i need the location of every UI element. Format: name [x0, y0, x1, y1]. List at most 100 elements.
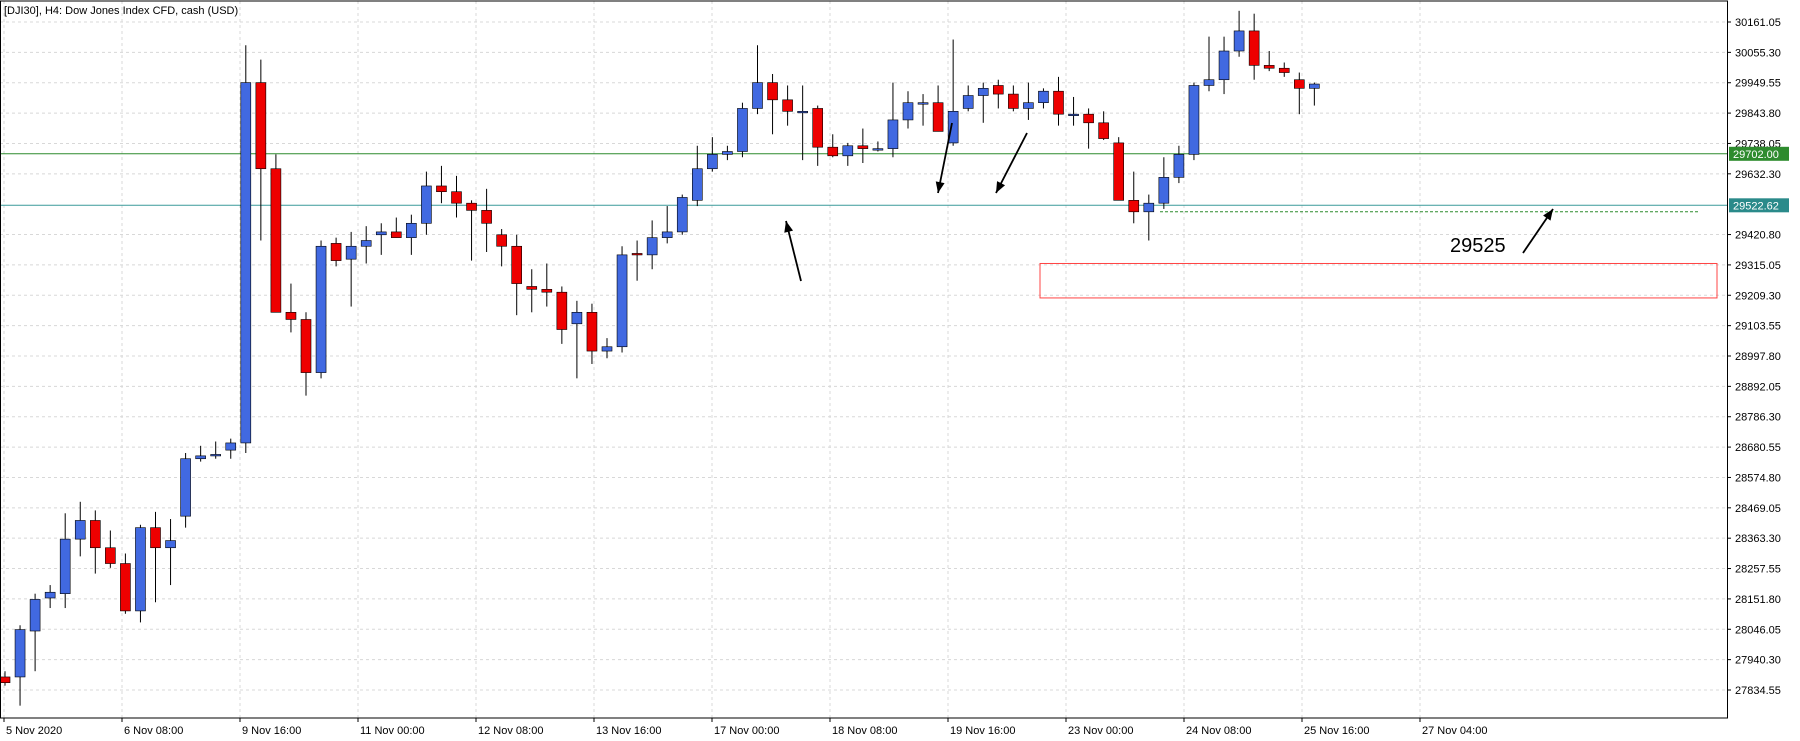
y-tick-label: 29843.80	[1735, 108, 1781, 120]
candle-body-up	[135, 527, 146, 612]
y-tick-label: 28786.30	[1735, 412, 1781, 424]
candle-body-down	[105, 547, 116, 564]
candle-body-down	[120, 563, 131, 612]
x-tick-label: 27 Nov 04:00	[1422, 725, 1487, 737]
candle-body-down	[1294, 79, 1305, 89]
candle-body-down	[511, 245, 523, 284]
candle-body-up	[962, 95, 974, 109]
candle-body-up	[406, 222, 417, 238]
candle-body-down	[812, 108, 824, 148]
y-tick-label: 29632.30	[1735, 169, 1781, 181]
candle-body-up	[1233, 30, 1245, 52]
candle-body-up	[902, 102, 914, 121]
candle-body-up	[315, 245, 327, 373]
candle-body-down	[992, 85, 1004, 95]
candle-body-up	[29, 599, 41, 632]
candle-body-down	[782, 99, 793, 112]
candle-body-down	[466, 202, 477, 211]
x-tick-label: 5 Nov 2020	[6, 725, 62, 737]
candle-body-up	[1158, 177, 1170, 204]
candle-body-up	[646, 237, 658, 256]
candle-body-up	[691, 168, 703, 201]
candle-body-down	[255, 82, 267, 170]
candle-body-up	[360, 240, 372, 247]
candle-body-up	[1173, 154, 1185, 178]
chart-background	[0, 0, 1800, 741]
candle-body-up	[14, 629, 26, 678]
candle-body-up	[917, 102, 929, 105]
candle-body-up	[421, 185, 432, 224]
candle	[240, 45, 252, 453]
y-tick-label: 27834.55	[1735, 685, 1781, 697]
candle-body-down	[1008, 93, 1019, 109]
candle-body-down	[1128, 200, 1140, 213]
x-tick-label: 9 Nov 16:00	[242, 725, 301, 737]
candle-body-up	[797, 111, 808, 114]
candle-body-up	[59, 538, 71, 594]
candle-body-down	[556, 291, 568, 330]
candle-body-up	[661, 231, 673, 238]
candle-body-up	[737, 108, 748, 152]
candle-body-down	[436, 185, 447, 193]
candle-body-up	[1309, 83, 1320, 89]
y-tick-label: 28892.05	[1735, 381, 1781, 393]
candle-body-down	[390, 231, 402, 238]
candle-body-up	[74, 520, 86, 540]
y-tick-label: 30055.30	[1735, 47, 1781, 59]
candle-body-up	[842, 145, 854, 157]
price-annotation-29525: 29525	[1450, 235, 1506, 257]
candle-body-up	[210, 454, 221, 457]
x-tick-label: 23 Nov 00:00	[1068, 725, 1133, 737]
candle	[270, 154, 282, 313]
candle-body-up	[977, 88, 989, 96]
x-tick-label: 6 Nov 08:00	[124, 725, 183, 737]
candle-body-up	[1023, 102, 1034, 109]
candle-body-down	[1263, 65, 1275, 69]
candle	[180, 452, 191, 528]
candle-body-down	[451, 191, 462, 204]
y-tick-label: 28363.30	[1735, 533, 1781, 545]
x-tick-label: 13 Nov 16:00	[596, 725, 661, 737]
candle-body-down	[586, 311, 598, 352]
candle-body-up	[752, 82, 763, 109]
candle-body-up	[1203, 79, 1215, 86]
y-tick-label: 28680.55	[1735, 442, 1781, 454]
chart-title: [DJI30], H4: Dow Jones Index CFD, cash (…	[4, 5, 238, 17]
candle-body-down	[270, 168, 282, 313]
candle-body-up	[240, 82, 252, 444]
y-tick-label: 28574.80	[1735, 472, 1781, 484]
candle-body-up	[601, 346, 613, 352]
candle-body-down	[631, 253, 643, 256]
candle-body-down	[330, 243, 342, 261]
candle-body-up	[1068, 113, 1079, 116]
y-tick-label: 29103.55	[1735, 321, 1781, 333]
candle-body-down	[0, 676, 11, 683]
candle-body-down	[526, 286, 538, 290]
candle-body-up	[722, 151, 733, 155]
x-tick-label: 25 Nov 16:00	[1304, 725, 1369, 737]
candle	[737, 102, 748, 158]
candle-body-up	[165, 540, 176, 549]
y-tick-label: 28257.55	[1735, 564, 1781, 576]
candle-body-up	[1038, 90, 1049, 103]
price-chart: [DJI30], H4: Dow Jones Index CFD, cash (…	[0, 0, 1800, 741]
candle-body-up	[707, 154, 718, 170]
x-tick-label: 17 Nov 00:00	[714, 725, 779, 737]
candle	[676, 194, 688, 235]
y-tick-label: 29420.80	[1735, 230, 1781, 242]
candle-body-down	[1083, 113, 1094, 124]
candle-body-down	[767, 82, 778, 101]
candle-body-up	[676, 197, 688, 233]
candle-body-up	[872, 148, 884, 151]
y-tick-label: 28151.80	[1735, 594, 1781, 606]
candle-body-down	[150, 527, 161, 549]
candle-body-up	[44, 591, 56, 599]
x-tick-label: 11 Nov 00:00	[360, 725, 425, 737]
y-tick-label: 27940.30	[1735, 655, 1781, 667]
y-tick-label: 30161.05	[1735, 17, 1781, 29]
candle-body-down	[285, 311, 297, 320]
candle-body-up	[1218, 50, 1230, 81]
candle	[1188, 82, 1200, 161]
candle-body-down	[827, 146, 839, 157]
x-tick-label: 12 Nov 08:00	[478, 725, 543, 737]
